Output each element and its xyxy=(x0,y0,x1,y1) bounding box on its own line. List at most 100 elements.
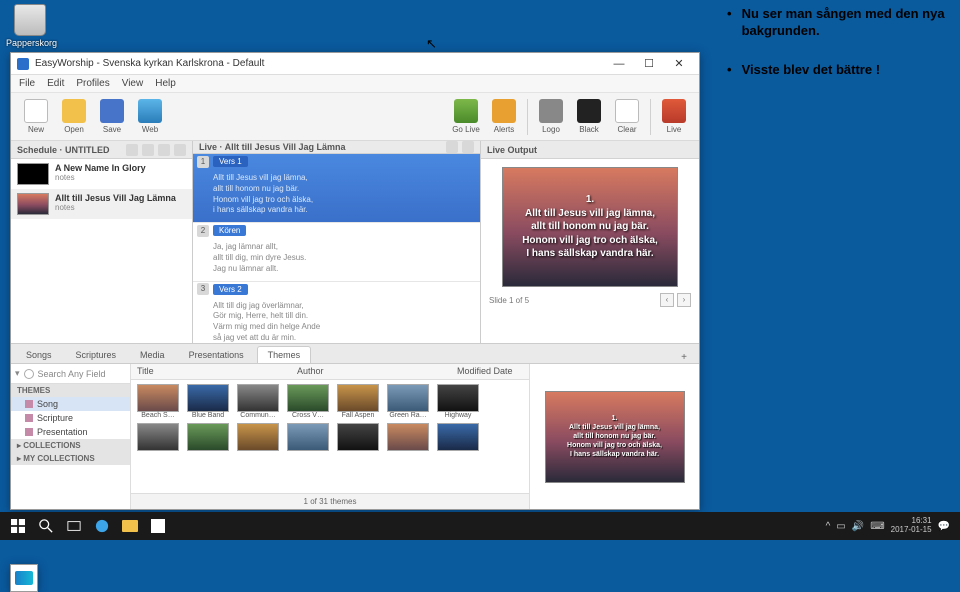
schedule-thumb xyxy=(17,193,49,215)
tree-item-song[interactable]: Song xyxy=(11,397,130,411)
live-icon xyxy=(662,99,686,123)
alerts-button[interactable]: Alerts xyxy=(485,99,523,134)
titlebar[interactable]: EasyWorship - Svenska kyrkan Karlskrona … xyxy=(11,53,699,75)
tree-header-collections[interactable]: ▸ COLLECTIONS xyxy=(11,439,130,452)
annotation-1: Nu ser man sången med den nya bakgrunden… xyxy=(727,6,952,40)
schedule-tool-icon[interactable] xyxy=(142,144,154,156)
new-button[interactable]: New xyxy=(17,99,55,134)
theme-thumb[interactable] xyxy=(387,423,429,458)
chevron-down-icon: ▾ xyxy=(15,368,20,379)
menu-file[interactable]: File xyxy=(19,78,35,89)
tab-themes[interactable]: Themes xyxy=(257,346,312,363)
menu-view[interactable]: View xyxy=(122,78,144,89)
tab-presentations[interactable]: Presentations xyxy=(178,346,255,363)
save-button[interactable]: Save xyxy=(93,99,131,134)
col-title[interactable]: Title xyxy=(131,364,291,379)
theme-thumb[interactable]: Cross V… xyxy=(287,384,329,419)
golive-button[interactable]: Go Live xyxy=(447,99,485,134)
edge-button[interactable] xyxy=(88,512,116,540)
new-icon xyxy=(24,99,48,123)
theme-preview-slide: 1. Allt till Jesus vill jag lämna, allt … xyxy=(545,391,685,483)
live-button[interactable]: Live xyxy=(655,99,693,134)
tree-item-scripture[interactable]: Scripture xyxy=(11,411,130,425)
schedule-thumb xyxy=(17,163,49,185)
black-button[interactable]: Black xyxy=(570,99,608,134)
app-tile-icon xyxy=(15,571,33,585)
schedule-tool-icon[interactable] xyxy=(174,144,186,156)
live-tool-icon[interactable] xyxy=(462,141,474,153)
square-icon xyxy=(25,414,33,422)
verse-item[interactable]: 1Vers 1Allt till Jesus vill jag lämna,al… xyxy=(193,154,480,223)
output-pane: Live Output 1. Allt till Jesus vill jag … xyxy=(481,141,699,343)
start-button[interactable] xyxy=(4,512,32,540)
golive-icon xyxy=(454,99,478,123)
recycle-bin[interactable]: Papperskorg xyxy=(6,4,54,48)
clear-button[interactable]: Clear xyxy=(608,99,646,134)
alerts-icon xyxy=(492,99,516,123)
taskbar-app-button[interactable] xyxy=(10,564,38,592)
schedule-item[interactable]: Allt till Jesus Vill Jag Lämnanotes xyxy=(11,189,192,219)
verse-item[interactable]: 3Vers 2Allt till dig jag överlämnar,Gör … xyxy=(193,282,480,344)
taskview-button[interactable] xyxy=(60,512,88,540)
tab-scriptures[interactable]: Scriptures xyxy=(65,346,128,363)
folder-icon xyxy=(122,520,138,532)
input-icon[interactable]: ⌨ xyxy=(870,521,884,532)
maximize-button[interactable]: ☐ xyxy=(635,55,663,73)
tree-item-presentation[interactable]: Presentation xyxy=(11,425,130,439)
network-icon[interactable]: ▭ xyxy=(836,521,845,532)
theme-thumb[interactable]: Commun… xyxy=(237,384,279,419)
tab-media[interactable]: Media xyxy=(129,346,176,363)
theme-thumb[interactable] xyxy=(137,423,179,458)
resource-sidebar: ▾ Search Any Field THEMES Song Scripture… xyxy=(11,364,131,509)
schedule-tool-icon[interactable] xyxy=(158,144,170,156)
schedule-item[interactable]: A New Name In Glorynotes xyxy=(11,159,192,189)
volume-icon[interactable]: 🔊 xyxy=(852,521,864,532)
black-icon xyxy=(577,99,601,123)
window-title: EasyWorship - Svenska kyrkan Karlskrona … xyxy=(35,58,605,69)
theme-thumb[interactable]: Green Ra… xyxy=(387,384,429,419)
theme-preview-panel: 1. Allt till Jesus vill jag lämna, allt … xyxy=(529,364,699,509)
search-button[interactable] xyxy=(32,512,60,540)
tree-header-mycollections[interactable]: ▸ MY COLLECTIONS xyxy=(11,452,130,465)
schedule-pane: Schedule · UNTITLED A New Name In Gloryn… xyxy=(11,141,193,343)
tab-songs[interactable]: Songs xyxy=(15,346,63,363)
add-tab-button[interactable]: + xyxy=(681,352,695,363)
theme-thumb[interactable]: Highway xyxy=(437,384,479,419)
theme-thumb[interactable]: Beach S… xyxy=(137,384,179,419)
prev-slide-button[interactable]: ‹ xyxy=(660,293,674,307)
schedule-tool-icon[interactable] xyxy=(126,144,138,156)
search-field[interactable]: ▾ Search Any Field xyxy=(11,364,130,384)
verse-item[interactable]: 2KörenJa, jag lämnar allt,allt till dig,… xyxy=(193,223,480,281)
explorer-button[interactable] xyxy=(116,512,144,540)
theme-thumb[interactable] xyxy=(437,423,479,458)
clear-icon xyxy=(615,99,639,123)
square-icon xyxy=(25,400,33,408)
col-author[interactable]: Author xyxy=(291,364,451,379)
store-icon xyxy=(151,519,165,533)
minimize-button[interactable]: — xyxy=(605,55,633,73)
theme-thumb[interactable]: Fall Aspen xyxy=(337,384,379,419)
store-button[interactable] xyxy=(144,512,172,540)
theme-thumb[interactable] xyxy=(237,423,279,458)
theme-thumb[interactable] xyxy=(337,423,379,458)
clock[interactable]: 16:31 2017-01-15 xyxy=(891,517,932,535)
menu-profiles[interactable]: Profiles xyxy=(76,78,109,89)
chevron-up-icon[interactable]: ^ xyxy=(826,521,831,532)
menu-edit[interactable]: Edit xyxy=(47,78,64,89)
taskbar: ^ ▭ 🔊 ⌨ 16:31 2017-01-15 💬 xyxy=(0,512,960,540)
web-button[interactable]: Web xyxy=(131,99,169,134)
theme-thumb[interactable] xyxy=(187,423,229,458)
system-tray[interactable]: ^ ▭ 🔊 ⌨ 16:31 2017-01-15 💬 xyxy=(826,517,956,535)
col-modified[interactable]: Modified Date xyxy=(451,364,529,379)
recycle-bin-icon xyxy=(14,4,46,36)
close-button[interactable]: ✕ xyxy=(665,55,693,73)
theme-thumb[interactable] xyxy=(287,423,329,458)
next-slide-button[interactable]: › xyxy=(677,293,691,307)
live-tool-icon[interactable] xyxy=(446,141,458,153)
open-button[interactable]: Open xyxy=(55,99,93,134)
menu-help[interactable]: Help xyxy=(155,78,176,89)
easyworship-window: EasyWorship - Svenska kyrkan Karlskrona … xyxy=(10,52,700,510)
logo-button[interactable]: Logo xyxy=(532,99,570,134)
theme-thumb[interactable]: Blue Band xyxy=(187,384,229,419)
notifications-icon[interactable]: 💬 xyxy=(938,521,950,532)
